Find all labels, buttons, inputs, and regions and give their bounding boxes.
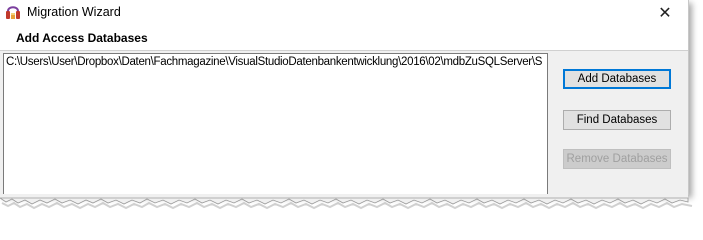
close-icon: ✕ <box>658 5 672 22</box>
migration-wizard-window: Migration Wizard ✕ Add Access Databases … <box>0 0 689 195</box>
page-header: Add Access Databases <box>0 26 688 50</box>
add-databases-button[interactable]: Add Databases <box>563 69 671 89</box>
migration-wizard-icon <box>5 4 21 21</box>
database-listbox[interactable]: C:\Users\User\Dropbox\Daten\Fachmagazine… <box>3 53 548 195</box>
torn-edge-decoration <box>0 194 693 210</box>
header-divider <box>0 50 688 51</box>
list-item[interactable]: C:\Users\User\Dropbox\Daten\Fachmagazine… <box>6 56 542 68</box>
find-databases-button[interactable]: Find Databases <box>563 110 671 130</box>
title-bar: Migration Wizard ✕ <box>0 0 688 26</box>
page-title: Add Access Databases <box>16 31 148 45</box>
remove-databases-button[interactable]: Remove Databases <box>563 149 671 169</box>
window-title: Migration Wizard <box>27 5 121 19</box>
close-button[interactable]: ✕ <box>642 0 688 26</box>
